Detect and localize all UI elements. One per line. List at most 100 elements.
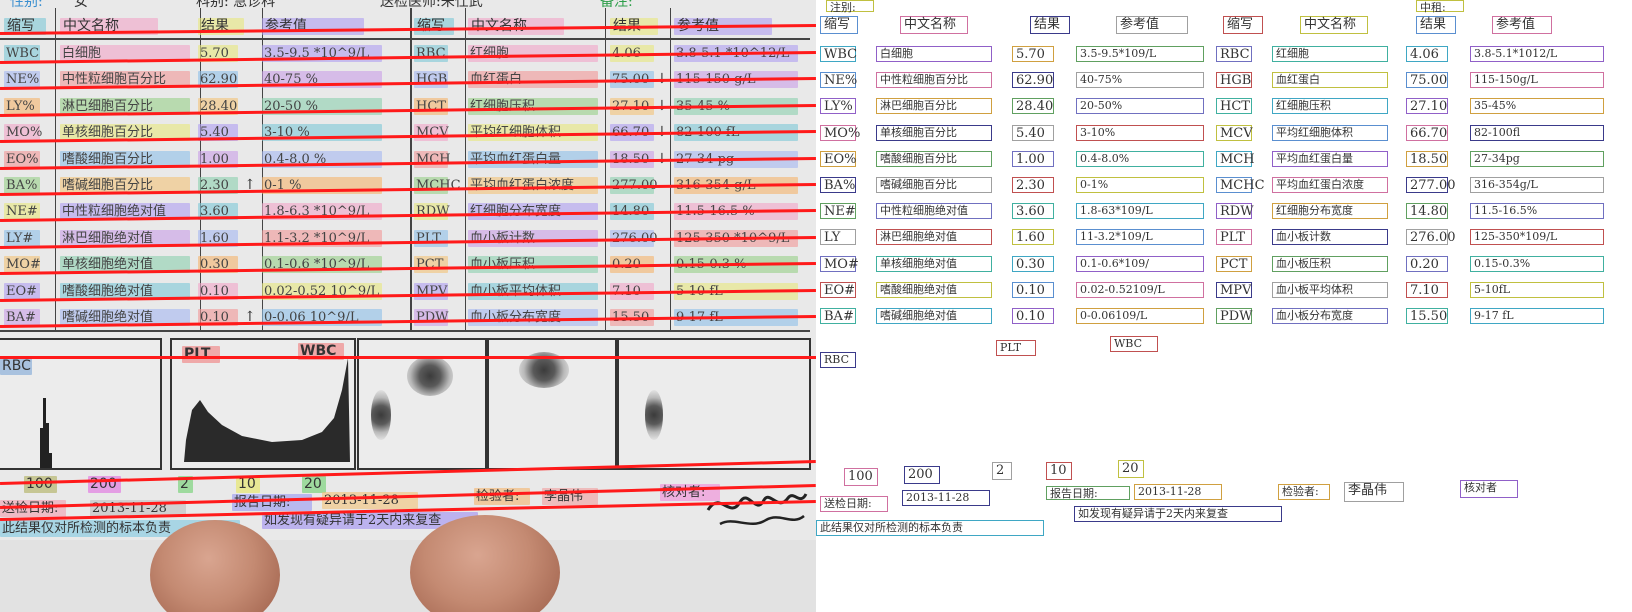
ocr-cell-box: RDW (1216, 203, 1254, 219)
ocr-header-box: 结果 (1030, 16, 1070, 34)
plt-label: PLT (184, 346, 211, 362)
header-cell: 参考值 (265, 18, 307, 34)
axis-tick: 10 (238, 476, 256, 492)
footer-text: 检验者: (476, 489, 520, 504)
ocr-cell-box: 嗜酸细胞绝对值 (876, 282, 992, 298)
ocr-cell-box: 1.60 (1012, 229, 1054, 245)
table-cell: MPV (416, 284, 448, 299)
ocr-footer-box: 核对者 (1460, 480, 1518, 498)
ocr-cell-box: 11-3.2*109/L (1076, 229, 1204, 245)
ocr-cell-box: 嗜碱细胞绝对值 (876, 308, 992, 324)
ocr-footer-box: 李晶伟 (1344, 482, 1404, 502)
ocr-cell-box: EO% (820, 151, 857, 167)
ocr-cell-box: 血红蛋白 (1272, 72, 1388, 88)
ocr-footer-box: 2013-11-28 (1134, 484, 1222, 500)
ocr-header-box: 结果 (1416, 16, 1456, 34)
ocr-cell-box: NE# (820, 203, 856, 219)
ocr-cell-box: 75.00 (1406, 72, 1448, 88)
ocr-cell-box: 125-350*109/L (1470, 229, 1604, 245)
ocr-cell-box: LY% (820, 98, 856, 114)
table-cell: PCT (416, 257, 444, 272)
ocr-axis-tick: 10 (1046, 462, 1072, 480)
table-cell: RDW (416, 204, 450, 219)
ocr-cell-box: 277.00 (1406, 177, 1456, 193)
table-cell: NE% (6, 72, 40, 87)
ocr-cell-box: 平均红细胞体积 (1272, 125, 1388, 141)
ocr-footer-box: 此结果仅对所检测的标本负责 (816, 520, 1044, 536)
ocr-cell-box: 2.30 (1012, 177, 1054, 193)
ocr-cell-box: 0.20 (1406, 256, 1448, 272)
ocr-footer-box: 检验者: (1278, 484, 1330, 500)
ocr-cell-box: 66.70 (1406, 125, 1448, 141)
ocr-cell-box: 20-50% (1076, 98, 1204, 114)
ocr-cell-box: 1.8-63*109/L (1076, 203, 1204, 219)
ocr-axis-tick: 2 (992, 462, 1012, 480)
ocr-rbc-label: RBC (820, 352, 856, 368)
ocr-cell-box: BA% (820, 177, 856, 193)
ocr-cell-box: 中性粒细胞百分比 (876, 72, 992, 88)
ocr-wbc-label: WBC (1110, 336, 1158, 352)
ocr-cell-box: 5.40 (1012, 125, 1054, 141)
top-strip-text: 女 (74, 0, 88, 10)
ocr-cell-box: WBC (820, 46, 857, 62)
ocr-cell-box: 62.90 (1012, 72, 1054, 88)
ocr-cell-box: 115-150g/L (1470, 72, 1604, 88)
ocr-cell-box: 5-10fL (1470, 282, 1604, 298)
ocr-cell-box: 淋巴细胞绝对值 (876, 229, 992, 245)
ocr-cell-box: 28.40 (1012, 98, 1054, 114)
ocr-cell-box: 嗜碱细胞百分比 (876, 177, 992, 193)
ocr-cell-box: 18.50 (1406, 151, 1448, 167)
ocr-cell-box: 平均血红蛋白量 (1272, 151, 1388, 167)
ocr-cell-box: 14.80 (1406, 203, 1448, 219)
table-cell: EO% (6, 152, 39, 167)
ocr-cell-box: LY (820, 229, 856, 245)
ocr-cell-box: 0.15-0.3% (1470, 256, 1604, 272)
grid-line (0, 38, 810, 40)
axis-tick: 20 (304, 476, 322, 492)
ocr-cell-box: 3-10% (1076, 125, 1204, 141)
ocr-cell-box: MO# (820, 256, 859, 272)
rbc-label: RBC (2, 358, 31, 374)
ocr-cell-box: 3.60 (1012, 203, 1054, 219)
ocr-cell-box: 红细胞压积 (1272, 98, 1388, 114)
ocr-cell-box: 平均血红蛋白浓度 (1272, 177, 1388, 193)
scatter-cluster (645, 390, 663, 440)
ocr-cell-box: 0.30 (1012, 256, 1054, 272)
ocr-cell-box: 3.5-9.5*109/L (1076, 46, 1204, 62)
ocr-cell-box: 嗜酸细胞百分比 (876, 151, 992, 167)
table-cell: RBC (416, 46, 446, 61)
ocr-cell-box: 0.10 (1012, 282, 1054, 298)
ocr-cell-box: 血小板分布宽度 (1272, 308, 1388, 324)
table-cell: 血小板压积 (470, 257, 536, 272)
scatter-cluster (371, 390, 391, 440)
ocr-cell-box: 1.00 (1012, 151, 1054, 167)
ocr-cell-box: MCHC (1216, 177, 1265, 193)
histogram-bar (49, 453, 52, 468)
ocr-cell-box: 316-354g/L (1470, 177, 1604, 193)
ocr-cell-box: 0.10 (1012, 308, 1054, 324)
ocr-axis-tick: 100 (844, 468, 878, 486)
table-cell: EO# (6, 284, 38, 299)
ocr-cell-box: 11.5-16.5% (1470, 203, 1604, 219)
ocr-cell-box: 82-100fl (1470, 125, 1604, 141)
table-cell: MCHC (416, 178, 461, 193)
ocr-cell-box: 0.02-0.52109/L (1076, 282, 1204, 298)
ocr-cell-box: 9-17 fL (1470, 308, 1604, 324)
ocr-top-note: 注别: (826, 0, 874, 14)
footer-text: 此结果仅对所检测的标本负责 (2, 521, 172, 536)
table-cell: MCH (416, 152, 451, 167)
table-cell: 红细胞 (470, 46, 510, 61)
table-cell: PLT (416, 231, 441, 246)
ocr-cell-box: 3.8-5.1*1012/L (1470, 46, 1604, 62)
ocr-cell-box: 15.50 (1406, 308, 1448, 324)
ocr-footer-box: 报告日期: (1046, 486, 1130, 500)
ocr-footer-box: 2013-11-28 (902, 490, 990, 506)
ocr-cell-box: 血小板压积 (1272, 256, 1388, 272)
ocr-footer-box: 送检日期: (820, 496, 888, 512)
ocr-cell-box: 0-0.06109/L (1076, 308, 1204, 324)
ocr-cell-box: 血小板平均体积 (1272, 282, 1388, 298)
ocr-header-box: 缩写 (820, 16, 858, 34)
grid-line (670, 8, 671, 330)
ocr-cell-box: BA# (820, 308, 856, 324)
ocr-cell-box: EO# (820, 282, 856, 298)
